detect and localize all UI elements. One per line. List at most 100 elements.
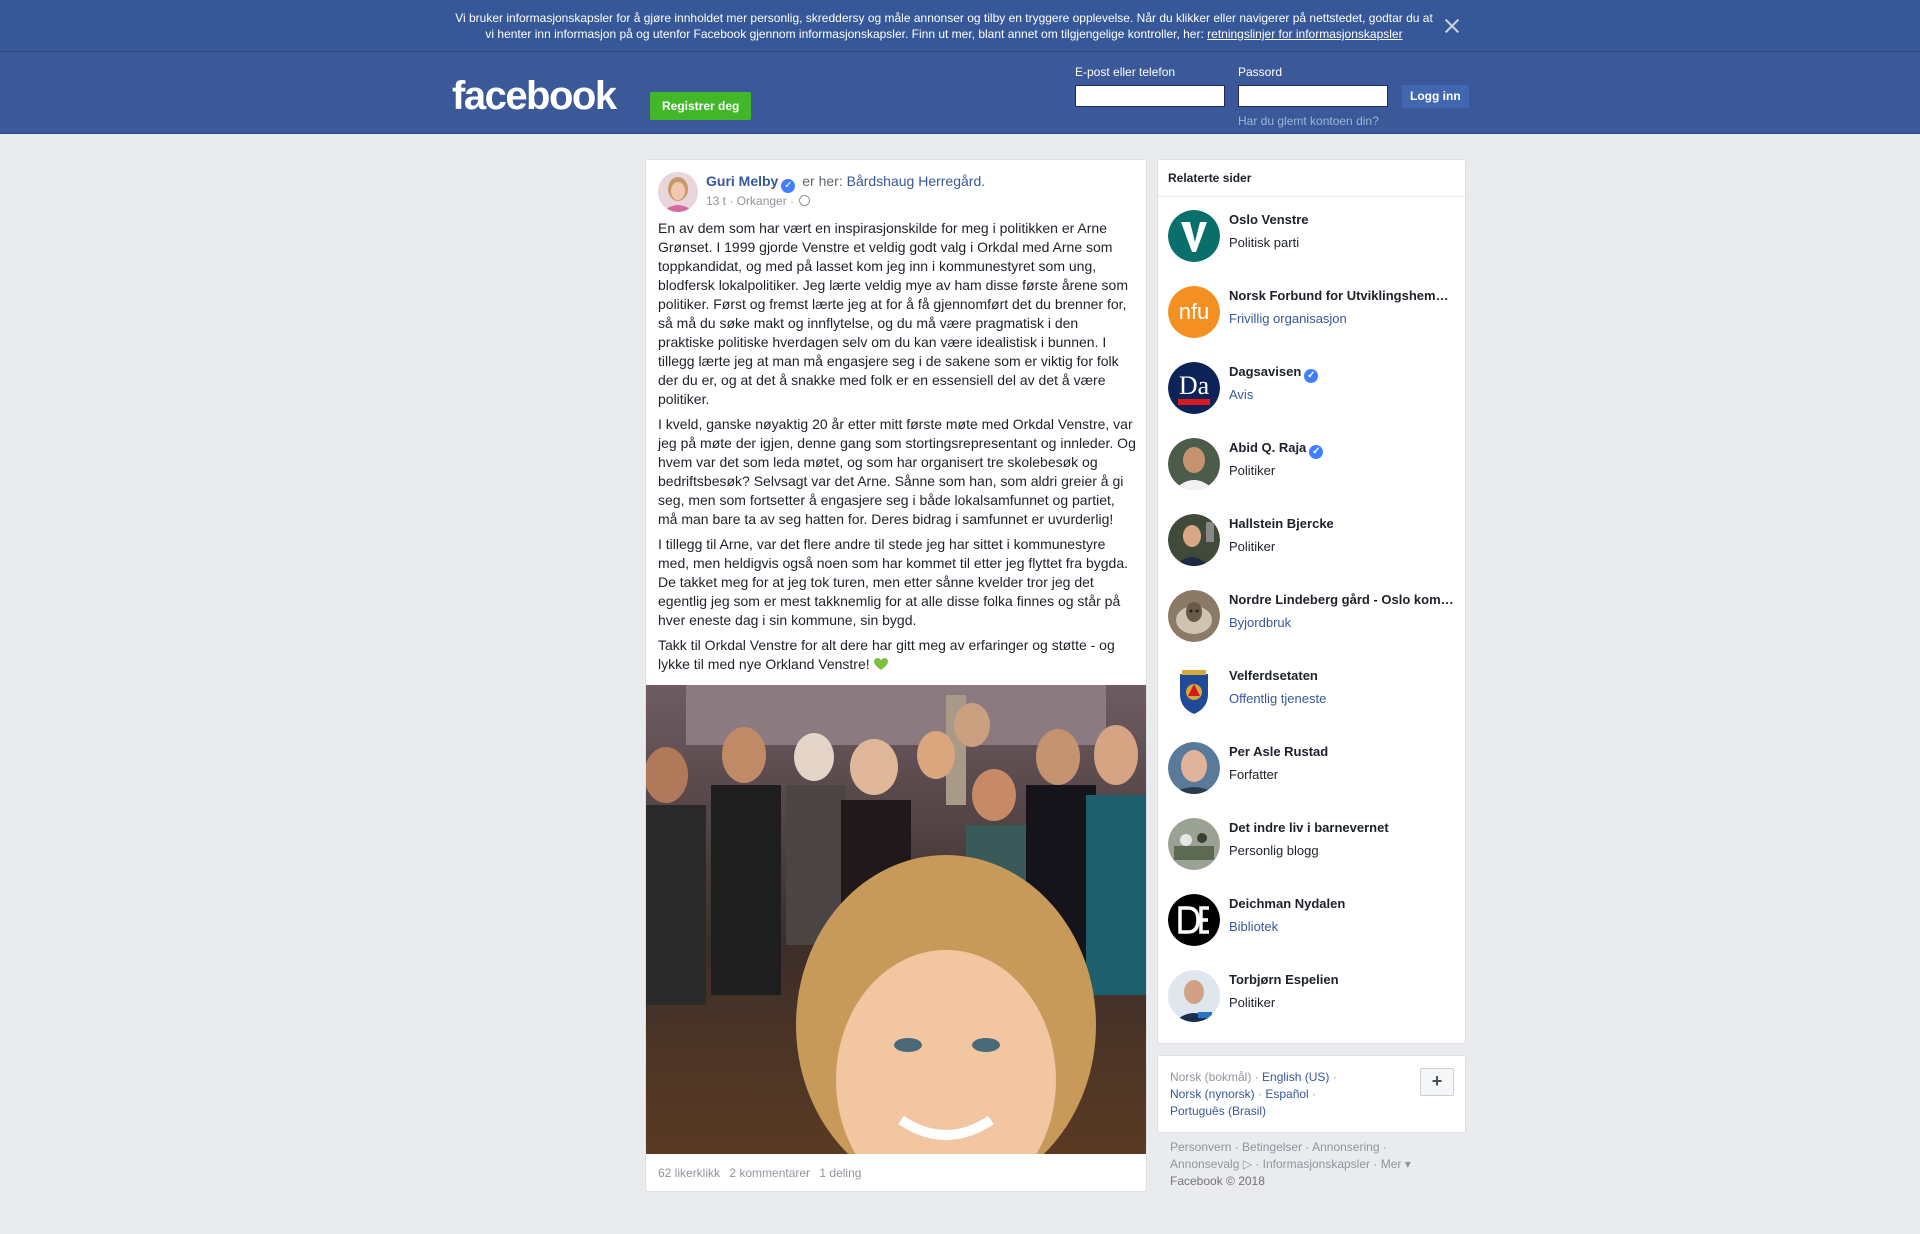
nfu-logo-icon[interactable]: nfu <box>1168 286 1220 338</box>
related-item-category: Politiker <box>1229 463 1276 478</box>
related-item-name-text[interactable]: Abid Q. Raja <box>1229 440 1306 455</box>
related-item[interactable]: Per Asle Rustad Forfatter <box>1168 742 1458 798</box>
person-photo-icon[interactable] <box>1168 438 1220 490</box>
related-item[interactable]: Velferdsetaten Offentlig tjeneste <box>1168 666 1458 722</box>
cookie-banner-text: Vi bruker informasjonskapsler for å gjør… <box>452 10 1436 42</box>
related-item-name-text[interactable]: Dagsavisen <box>1229 364 1301 379</box>
footer-link[interactable]: Annonsevalg <box>1170 1157 1239 1171</box>
post-location[interactable]: Orkanger <box>737 194 787 208</box>
comments-count[interactable]: 2 kommentarer <box>729 1166 810 1180</box>
post-body: En av dem som har vært en inspirasjonski… <box>658 219 1136 680</box>
related-pages-panel: Relaterte sider Oslo Venstre Politisk pa… <box>1157 159 1466 1044</box>
person-photo-icon[interactable] <box>1168 970 1220 1022</box>
related-item-name[interactable]: Velferdsetaten <box>1229 668 1459 683</box>
language-option[interactable]: English (US) <box>1262 1070 1329 1084</box>
svg-text:Da: Da <box>1179 371 1210 400</box>
oslo-venstre-logo-icon[interactable] <box>1168 210 1220 262</box>
blog-photo-icon[interactable] <box>1168 818 1220 870</box>
is-at-label: er her: <box>802 173 843 189</box>
facebook-logo[interactable]: facebook <box>452 74 617 119</box>
cookie-policy-link[interactable]: retningslinjer for informasjonskapsler <box>1207 27 1402 41</box>
more-languages-button[interactable]: + <box>1420 1068 1454 1096</box>
related-item-category: Politiker <box>1229 995 1276 1010</box>
related-item-category[interactable]: Byjordbruk <box>1229 615 1291 630</box>
related-item-category[interactable]: Frivillig organisasjon <box>1229 311 1347 326</box>
password-field[interactable] <box>1238 85 1388 107</box>
post-meta: 13 t · Orkanger · <box>706 194 811 208</box>
related-item-name[interactable]: Dagsavisen ✓ <box>1229 364 1459 383</box>
related-item[interactable]: Oslo Venstre Politisk parti <box>1168 210 1458 266</box>
language-option[interactable]: Português (Brasil) <box>1170 1104 1266 1118</box>
divider <box>1158 196 1465 197</box>
related-pages-title: Relaterte sider <box>1168 171 1252 185</box>
footer-link[interactable]: Informasjonskapsler <box>1263 1157 1370 1171</box>
footer-link[interactable]: Mer <box>1381 1157 1402 1171</box>
register-button[interactable]: Registrer deg <box>650 92 752 120</box>
related-item[interactable]: Torbjørn Espelien Politiker <box>1168 970 1458 1026</box>
email-label: E-post eller telefon <box>1075 65 1176 79</box>
author-name[interactable]: Guri Melby <box>706 173 778 189</box>
related-item-name[interactable]: Deichman Nydalen <box>1229 896 1459 911</box>
related-item-category: Politiker <box>1229 539 1276 554</box>
related-item[interactable]: Hallstein Bjercke Politiker <box>1168 514 1458 570</box>
related-item-name[interactable]: Nordre Lindeberg gård - Oslo kommune <box>1229 592 1459 607</box>
green-heart-icon <box>873 658 888 670</box>
related-item-name[interactable]: Abid Q. Raja ✓ <box>1229 440 1459 459</box>
close-icon[interactable] <box>1442 16 1462 36</box>
language-option[interactable]: Norsk (nynorsk) <box>1170 1087 1255 1101</box>
globe-icon <box>799 195 811 206</box>
forgot-account-link[interactable]: Har du glemt kontoen din? <box>1238 114 1379 128</box>
related-item[interactable]: Det indre liv i barnevernet Personlig bl… <box>1168 818 1458 874</box>
related-item-name[interactable]: Per Asle Rustad <box>1229 744 1459 759</box>
related-item[interactable]: Abid Q. Raja ✓ Politiker <box>1168 438 1458 494</box>
related-item[interactable]: Da Dagsavisen ✓ Avis <box>1168 362 1458 418</box>
related-item-category[interactable]: Bibliotek <box>1229 919 1278 934</box>
post-photo[interactable] <box>646 685 1146 1191</box>
language-panel: Norsk (bokmål) · English (US) · Norsk (n… <box>1157 1055 1466 1133</box>
verified-badge-icon: ✓ <box>1309 445 1324 459</box>
post-paragraph-last: Takk til Orkdal Venstre for alt dere har… <box>658 636 1136 674</box>
post-stats: 62 likerklikk 2 kommentarer 1 deling <box>658 1166 867 1180</box>
related-item-name[interactable]: Torbjørn Espelien <box>1229 972 1459 987</box>
post-time[interactable]: 13 t <box>706 194 726 208</box>
footer-link[interactable]: Personvern <box>1170 1140 1231 1154</box>
related-item-name[interactable]: Oslo Venstre <box>1229 212 1459 227</box>
likes-count[interactable]: 62 likerklikk <box>658 1166 720 1180</box>
adchoices-icon: ▷ <box>1242 1157 1252 1171</box>
related-item[interactable]: nfu Norsk Forbund for Utviklingshemmede … <box>1168 286 1459 342</box>
related-item-category: Politisk parti <box>1229 235 1300 250</box>
footer-link[interactable]: Annonsering <box>1312 1140 1379 1154</box>
person-photo-icon[interactable] <box>1168 514 1220 566</box>
email-field[interactable] <box>1075 85 1225 107</box>
related-item-name[interactable]: Hallstein Bjercke <box>1229 516 1459 531</box>
dagsavisen-logo-icon[interactable]: Da <box>1168 362 1220 414</box>
top-header: facebook Registrer deg E-post eller tele… <box>0 52 1920 134</box>
svg-text:nfu: nfu <box>1179 299 1210 324</box>
post-header-line: Guri Melby ✓ er her: Bårdshaug Herregård. <box>706 173 985 193</box>
related-item[interactable]: Nordre Lindeberg gård - Oslo kommune Byj… <box>1168 590 1459 646</box>
post-paragraph: En av dem som har vært en inspirasjonski… <box>658 220 1128 407</box>
related-item-name[interactable]: Norsk Forbund for Utviklingshemmede <box>1229 288 1459 303</box>
shares-count[interactable]: 1 deling <box>819 1166 861 1180</box>
related-item-category[interactable]: Offentlig tjeneste <box>1229 691 1326 706</box>
related-item-category[interactable]: Avis <box>1229 387 1253 402</box>
language-list: Norsk (bokmål) · English (US) · Norsk (n… <box>1170 1070 1337 1118</box>
login-button[interactable]: Logg inn <box>1402 85 1469 108</box>
password-label: Passord <box>1238 65 1283 79</box>
person-photo-icon[interactable] <box>1168 742 1220 794</box>
page-footer: Personvern · Betingelser · Annonsering ·… <box>1170 1140 1411 1188</box>
sheep-photo-icon[interactable] <box>1168 590 1220 642</box>
related-item[interactable]: Deichman Nydalen Bibliotek <box>1168 894 1458 950</box>
copyright: Facebook © 2018 <box>1170 1174 1265 1188</box>
place-link[interactable]: Bårdshaug Herregård. <box>847 173 986 189</box>
author-avatar[interactable] <box>658 172 698 212</box>
deichman-logo-icon[interactable] <box>1168 894 1220 946</box>
chevron-down-icon[interactable]: ▾ <box>1405 1157 1411 1171</box>
footer-link[interactable]: Betingelser <box>1242 1140 1302 1154</box>
post-paragraph: I tillegg til Arne, var det flere andre … <box>658 536 1129 628</box>
related-item-name[interactable]: Det indre liv i barnevernet <box>1229 820 1459 835</box>
related-item-category: Personlig blogg <box>1229 843 1319 858</box>
language-option[interactable]: Español <box>1265 1087 1308 1101</box>
oslo-coat-of-arms-icon[interactable] <box>1168 666 1220 718</box>
verified-badge-icon: ✓ <box>781 179 796 193</box>
